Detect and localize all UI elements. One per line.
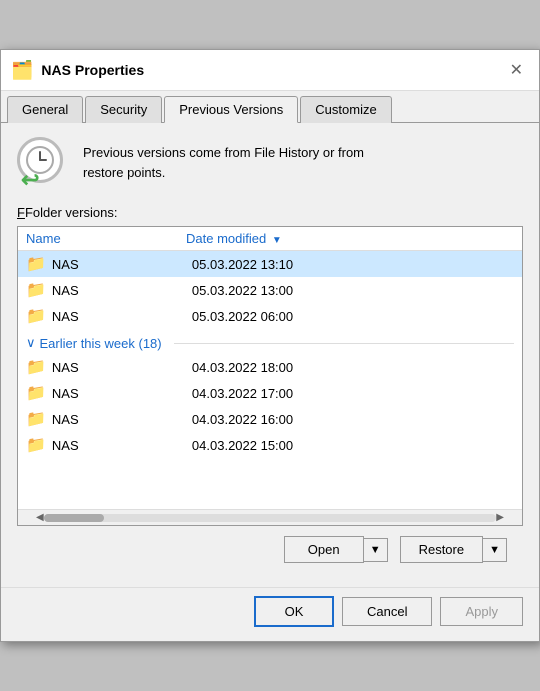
item-date: 05.03.2022 06:00 (192, 309, 514, 324)
list-item[interactable]: 📁 NAS 04.03.2022 15:00 (18, 432, 522, 458)
folder-icon: 📁 (26, 306, 46, 326)
item-date: 05.03.2022 13:00 (192, 283, 514, 298)
item-name: NAS (52, 438, 192, 453)
list-header: Name Date modified ▼ (18, 227, 522, 251)
item-date: 04.03.2022 18:00 (192, 360, 514, 375)
tab-customize[interactable]: Customize (300, 96, 391, 123)
item-name: NAS (52, 386, 192, 401)
tab-previous-versions[interactable]: Previous Versions (164, 96, 298, 123)
separator (174, 343, 514, 344)
scroll-track[interactable] (44, 514, 497, 522)
item-date: 04.03.2022 16:00 (192, 412, 514, 427)
item-date: 04.03.2022 17:00 (192, 386, 514, 401)
folder-versions-label: FFolder versions: (17, 205, 523, 220)
scroll-thumb[interactable] (44, 514, 104, 522)
dialog-footer: OK Cancel Apply (1, 587, 539, 641)
item-name: NAS (52, 360, 192, 375)
title-icon: 🗂️ (11, 60, 33, 81)
item-name: NAS (52, 257, 192, 272)
info-section: ↩ Previous versions come from File Histo… (17, 137, 523, 189)
scroll-left-icon[interactable]: ◀ (36, 512, 44, 523)
versions-list[interactable]: Name Date modified ▼ 📁 NAS 05.03.2022 13… (17, 226, 523, 526)
ok-button[interactable]: OK (254, 596, 334, 627)
folder-icon: 📁 (26, 254, 46, 274)
collapse-icon: ∨ (26, 335, 36, 351)
list-item[interactable]: 📁 NAS 05.03.2022 13:00 (18, 277, 522, 303)
item-name: NAS (52, 412, 192, 427)
tab-bar: General Security Previous Versions Custo… (1, 91, 539, 123)
item-name: NAS (52, 283, 192, 298)
restore-dropdown-button[interactable]: ▼ (483, 538, 507, 562)
sort-arrow-icon: ▼ (272, 235, 282, 246)
list-item[interactable]: 📁 NAS 04.03.2022 18:00 (18, 354, 522, 380)
open-button-group: Open ▼ (284, 536, 388, 563)
action-buttons-section: Open ▼ Restore ▼ (17, 526, 523, 573)
list-item[interactable]: 📁 NAS 04.03.2022 16:00 (18, 406, 522, 432)
folder-icon: 📁 (26, 435, 46, 455)
dialog-window: 🗂️ NAS Properties ✕ General Security Pre… (0, 49, 540, 642)
item-date: 04.03.2022 15:00 (192, 438, 514, 453)
list-item[interactable]: 📁 NAS 05.03.2022 13:10 (18, 251, 522, 277)
col-date-header: Date modified ▼ (186, 231, 514, 246)
apply-button[interactable]: Apply (440, 597, 523, 626)
group-label: Earlier this week (18) (40, 336, 162, 351)
list-item[interactable]: 📁 NAS 05.03.2022 06:00 (18, 303, 522, 329)
item-name: NAS (52, 309, 192, 324)
restore-button-group: Restore ▼ (400, 536, 507, 563)
item-date: 05.03.2022 13:10 (192, 257, 514, 272)
list-item[interactable]: 📁 NAS 04.03.2022 17:00 (18, 380, 522, 406)
folder-icon: 📁 (26, 383, 46, 403)
cancel-button[interactable]: Cancel (342, 597, 432, 626)
group-header: ∨ Earlier this week (18) (18, 329, 522, 354)
title-bar: 🗂️ NAS Properties ✕ (1, 50, 539, 91)
info-text: Previous versions come from File History… (83, 137, 364, 182)
close-button[interactable]: ✕ (504, 58, 529, 82)
list-scroll-area[interactable]: Name Date modified ▼ 📁 NAS 05.03.2022 13… (18, 227, 522, 509)
info-composite-icon: ↩ (17, 137, 69, 189)
folder-icon: 📁 (26, 357, 46, 377)
restore-arrow-icon: ↩ (21, 167, 39, 193)
folder-icon: 📁 (26, 280, 46, 300)
tab-security[interactable]: Security (85, 96, 162, 123)
tab-general[interactable]: General (7, 96, 83, 123)
dialog-title: NAS Properties (41, 62, 495, 78)
open-dropdown-button[interactable]: ▼ (364, 538, 388, 562)
open-button[interactable]: Open (284, 536, 364, 563)
horizontal-scrollbar[interactable]: ◀ ▶ (18, 509, 522, 525)
restore-button[interactable]: Restore (400, 536, 484, 563)
tab-content: ↩ Previous versions come from File Histo… (1, 123, 539, 587)
scroll-right-icon[interactable]: ▶ (496, 512, 504, 523)
folder-icon: 📁 (26, 409, 46, 429)
col-name-header: Name (26, 231, 186, 246)
